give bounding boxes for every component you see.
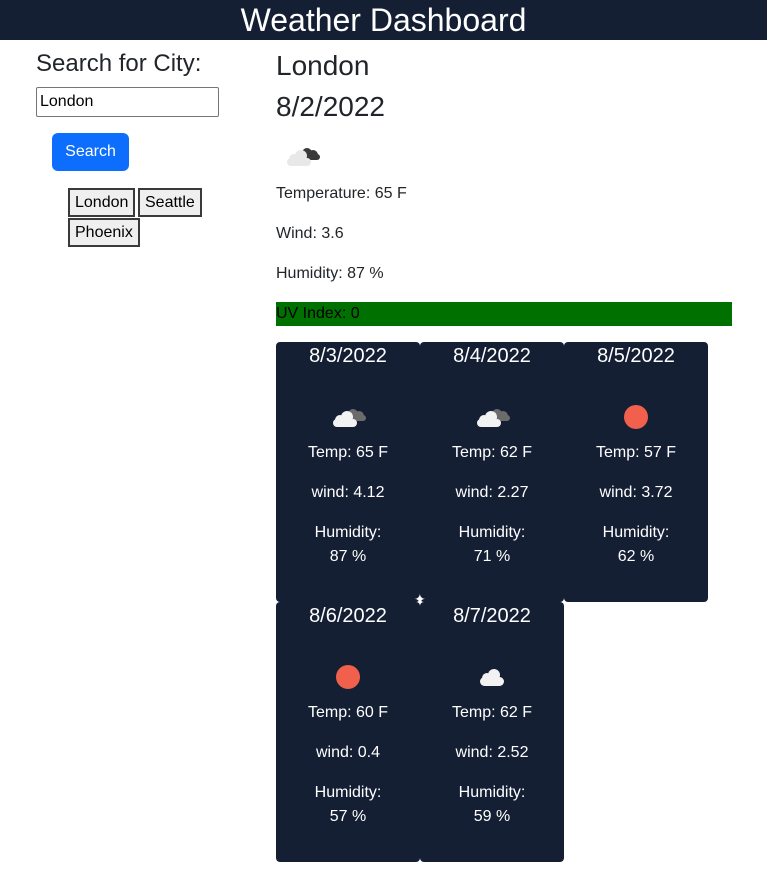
forecast-humidity-label: Humidity: [458, 784, 526, 801]
forecast-card: 8/5/2022 Temp: 57 F wind: 3.72 Humidity:… [564, 342, 708, 602]
forecast-humidity-label: Humidity: [602, 524, 670, 541]
search-input[interactable] [36, 87, 219, 117]
broken-clouds-icon [333, 409, 366, 427]
clear-sun-icon [624, 405, 648, 429]
history-button-phoenix[interactable]: Phoenix [68, 218, 140, 247]
current-humidity: Humidity: 87 % [276, 265, 384, 282]
forecast-temp: Temp: 62 F [451, 444, 533, 461]
forecast-card: 8/3/2022 Temp: 65 F wind: 4.12 Humidity:… [276, 342, 420, 602]
forecast-wind: wind: 2.52 [455, 744, 529, 761]
forecast-date: 8/3/2022 [309, 345, 387, 367]
forecast-date: 8/7/2022 [453, 605, 531, 627]
forecast-humidity: 71 % [473, 548, 511, 565]
forecast-date: 8/5/2022 [597, 345, 675, 367]
current-temperature: Temperature: 65 F [276, 185, 407, 202]
current-city-name: London [276, 50, 370, 81]
forecast-temp: Temp: 65 F [307, 444, 389, 461]
forecast-humidity-label: Humidity: [458, 524, 526, 541]
cloud-icon [480, 669, 504, 686]
current-date: 8/2/2022 [276, 91, 385, 122]
forecast-date: 8/6/2022 [309, 605, 387, 627]
app-title: Weather Dashboard [240, 2, 527, 38]
forecast-temp: Temp: 57 F [595, 444, 677, 461]
app-header: Weather Dashboard [0, 0, 767, 40]
broken-clouds-icon [477, 409, 510, 427]
sparkle-icon: ✦ [414, 591, 426, 607]
clear-sun-icon [336, 665, 360, 689]
forecast-date: 8/4/2022 [453, 345, 531, 367]
forecast-temp: Temp: 62 F [451, 704, 533, 721]
search-title: Search for City: [36, 50, 202, 77]
forecast-humidity: 87 % [329, 548, 367, 565]
search-button[interactable]: Search [52, 133, 129, 171]
cloudy-icon [287, 148, 320, 166]
forecast-card: 8/4/2022 Temp: 62 F wind: 2.27 Humidity:… [420, 342, 564, 602]
history-button-london[interactable]: London [68, 188, 136, 217]
forecast-humidity-label: Humidity: [314, 784, 382, 801]
forecast-card: 8/6/2022 Temp: 60 F wind: 0.4 Humidity: … [276, 602, 420, 862]
uv-index-bar: UV Index: 0 [276, 302, 732, 326]
forecast-humidity: 57 % [329, 808, 367, 825]
forecast-humidity: 62 % [617, 548, 655, 565]
forecast-wind: wind: 4.12 [311, 484, 385, 501]
current-wind: Wind: 3.6 [276, 225, 344, 242]
history-button-seattle[interactable]: Seattle [138, 188, 202, 217]
forecast-humidity: 59 % [473, 808, 511, 825]
forecast-wind: wind: 3.72 [599, 484, 673, 501]
forecast-humidity-label: Humidity: [314, 524, 382, 541]
forecast-wind: wind: 2.27 [455, 484, 529, 501]
forecast-temp: Temp: 60 F [307, 704, 389, 721]
forecast-card: 8/7/2022 Temp: 62 F wind: 2.52 Humidity:… [420, 602, 564, 862]
forecast-wind: wind: 0.4 [315, 744, 381, 761]
